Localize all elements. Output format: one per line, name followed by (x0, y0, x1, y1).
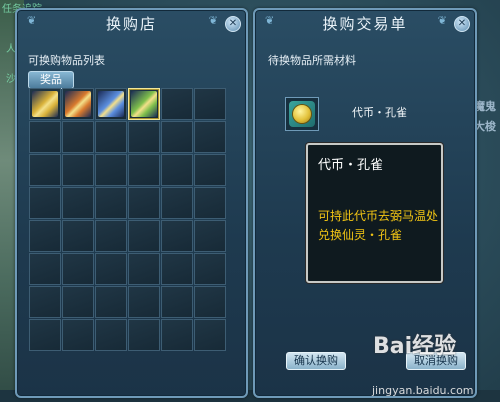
order-title-right-deco-icon: ❦ (437, 14, 447, 27)
item-slot[interactable] (29, 286, 61, 318)
scroll-icon (98, 91, 124, 117)
scroll-icon (65, 91, 91, 117)
item-tooltip: 代币・孔雀 可持此代币去弼马温处兑换仙灵・孔雀 (306, 143, 443, 283)
peacock-token-icon (289, 101, 315, 127)
item-slot[interactable] (128, 319, 160, 351)
scroll-icon (131, 91, 157, 117)
exchange-list-label: 可换购物品列表 (28, 54, 105, 67)
item-slot[interactable] (194, 286, 226, 318)
item-slot[interactable] (161, 154, 193, 186)
item-slot[interactable] (62, 319, 94, 351)
item-slot[interactable] (128, 154, 160, 186)
item-slot[interactable] (128, 121, 160, 153)
required-materials-label: 待换物品所需材料 (268, 54, 356, 67)
item-slot[interactable] (194, 88, 226, 120)
material-name: 代币・孔雀 (352, 106, 407, 119)
item-slot[interactable] (95, 319, 127, 351)
item-slot[interactable] (161, 253, 193, 285)
item-slot[interactable] (95, 286, 127, 318)
item-slot[interactable] (62, 253, 94, 285)
scroll-icon (32, 91, 58, 117)
item-slot[interactable] (29, 319, 61, 351)
item-slot[interactable] (161, 88, 193, 120)
item-slot[interactable] (161, 187, 193, 219)
tooltip-description: 可持此代币去弼马温处兑换仙灵・孔雀 (318, 209, 439, 242)
item-slot[interactable] (128, 88, 160, 120)
item-slot[interactable] (62, 88, 94, 120)
material-slot[interactable] (285, 97, 319, 131)
item-slot[interactable] (128, 187, 160, 219)
watermark-url: jingyan.baidu.com (372, 384, 474, 397)
tab-prizes[interactable]: 奖品 (28, 71, 74, 89)
item-slot[interactable] (29, 187, 61, 219)
item-slot[interactable] (161, 286, 193, 318)
tooltip-title: 代币・孔雀 (318, 158, 384, 173)
item-slot[interactable] (62, 286, 94, 318)
item-slot[interactable] (95, 121, 127, 153)
item-slot[interactable] (62, 220, 94, 252)
item-slot[interactable] (161, 121, 193, 153)
item-slot[interactable] (194, 220, 226, 252)
confirm-exchange-button[interactable]: 确认换购 (286, 352, 346, 370)
world-text-right-2: 大梭 (474, 120, 496, 133)
order-title-left-deco-icon: ❦ (265, 14, 275, 27)
item-slot[interactable] (29, 88, 61, 120)
shop-panel-title: 换购店 (105, 15, 158, 33)
item-slot[interactable] (194, 187, 226, 219)
title-right-deco-icon: ❦ (208, 14, 218, 27)
item-slot[interactable] (95, 220, 127, 252)
item-slot[interactable] (194, 121, 226, 153)
item-slot[interactable] (29, 121, 61, 153)
item-slot[interactable] (194, 319, 226, 351)
item-slot[interactable] (95, 187, 127, 219)
item-slot[interactable] (128, 286, 160, 318)
item-slot[interactable] (62, 187, 94, 219)
item-slot[interactable] (161, 319, 193, 351)
shop-close-button[interactable]: ✕ (225, 16, 241, 32)
item-slot[interactable] (128, 220, 160, 252)
item-slot[interactable] (29, 154, 61, 186)
order-panel-title: 换购交易单 (322, 15, 408, 33)
baidu-watermark: Bai经验 (373, 334, 457, 359)
order-close-button[interactable]: ✕ (454, 16, 470, 32)
item-slot[interactable] (194, 253, 226, 285)
item-slot[interactable] (95, 154, 127, 186)
item-slot[interactable] (161, 220, 193, 252)
item-grid (29, 88, 226, 351)
item-slot[interactable] (29, 253, 61, 285)
item-slot[interactable] (29, 220, 61, 252)
item-slot[interactable] (62, 154, 94, 186)
item-slot[interactable] (128, 253, 160, 285)
item-slot[interactable] (95, 253, 127, 285)
item-slot[interactable] (62, 121, 94, 153)
world-text-right-1: 魔鬼 (474, 100, 496, 113)
title-left-deco-icon: ❦ (27, 14, 37, 27)
item-slot[interactable] (95, 88, 127, 120)
item-slot[interactable] (194, 154, 226, 186)
